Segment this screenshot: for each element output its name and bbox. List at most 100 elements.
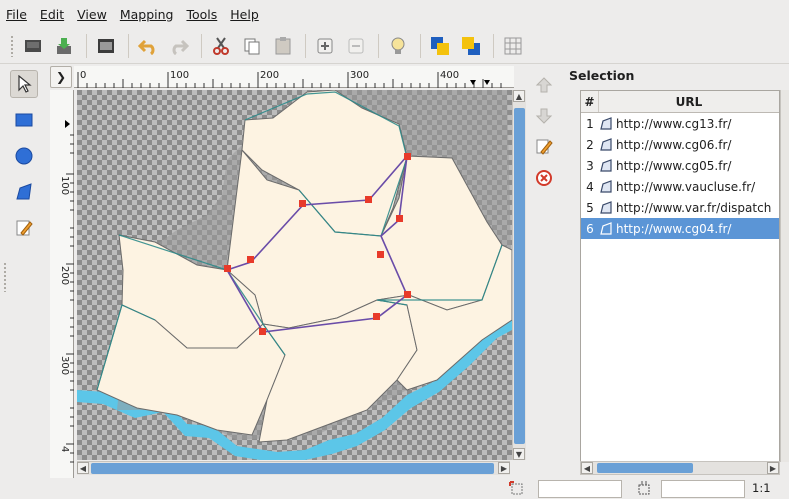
- map-horizontal-scrollbar[interactable]: ◀ ▶: [77, 461, 510, 475]
- paste-button[interactable]: [270, 33, 296, 59]
- map-drawing[interactable]: [77, 90, 512, 460]
- row-number: 6: [586, 221, 594, 236]
- copy-button[interactable]: [239, 33, 265, 59]
- horizontal-ruler-ticks: 0 100 200 300 400: [77, 70, 502, 88]
- send-to-back-icon: [462, 36, 480, 55]
- scroll-up-arrow[interactable]: ▲: [513, 90, 525, 102]
- selection-size-icon: [638, 481, 650, 495]
- selection-size-field: [661, 480, 745, 498]
- selection-table: # URL 1 http://www.cg13.fr/ 2 http://www…: [580, 90, 780, 462]
- menu-mapping[interactable]: Mapping: [120, 7, 174, 22]
- rectangle-icon: [15, 113, 33, 127]
- row-number: 2: [586, 137, 594, 152]
- remove-area-icon: [348, 38, 364, 53]
- lightbulb-icon: [391, 37, 405, 54]
- map-canvas[interactable]: [77, 90, 512, 460]
- menu-file[interactable]: File: [6, 7, 27, 22]
- menu-tools[interactable]: Tools: [186, 7, 217, 22]
- row-url: http://www.vaucluse.fr/: [616, 179, 756, 194]
- cursor-position-field: [538, 480, 622, 498]
- open-button[interactable]: [20, 33, 46, 59]
- save-button[interactable]: [51, 33, 77, 59]
- vertical-ruler-ticks: 100 200 300 4: [59, 120, 74, 463]
- area-order-tools: [533, 74, 561, 214]
- scissors-icon: [213, 36, 229, 55]
- toolbar-grip[interactable]: [10, 34, 14, 57]
- polygon-area-icon: [599, 221, 613, 236]
- chevron-right-icon: ❯: [55, 70, 67, 84]
- tips-button[interactable]: [385, 33, 411, 59]
- drawing-tools: [10, 70, 50, 490]
- row-url: http://www.cg05.fr/: [616, 158, 732, 173]
- row-number: 5: [586, 200, 594, 215]
- remove-area-button[interactable]: [343, 33, 369, 59]
- delete-area-button[interactable]: [533, 167, 555, 189]
- circle-tool-button[interactable]: [10, 142, 38, 170]
- row-number: 1: [586, 116, 594, 131]
- edit-tool-button[interactable]: [10, 214, 38, 242]
- undo-button[interactable]: [135, 33, 161, 59]
- table-row[interactable]: 5 http://www.var.fr/dispatch: [581, 197, 779, 218]
- tool-panel-grip[interactable]: [3, 262, 7, 292]
- scroll-right-arrow[interactable]: ▶: [498, 462, 510, 474]
- row-url: http://www.var.fr/dispatch: [616, 200, 772, 215]
- select-tool-button[interactable]: [10, 70, 38, 98]
- main-toolbar: [0, 28, 789, 64]
- grid-icon: [504, 37, 522, 54]
- scroll-right-arrow[interactable]: ▶: [767, 462, 779, 474]
- vertical-ruler: 100 200 300 4: [50, 90, 74, 478]
- table-horizontal-scrollbar[interactable]: ◀ ▶: [580, 461, 780, 475]
- ruler-label: 100: [170, 70, 189, 81]
- row-number: 3: [586, 158, 594, 173]
- save-icon: [57, 37, 71, 54]
- move-down-button[interactable]: [533, 105, 555, 127]
- scroll-left-arrow[interactable]: ◀: [77, 462, 89, 474]
- ruler-label: 100: [59, 176, 70, 195]
- redo-button[interactable]: [166, 33, 192, 59]
- image-icon: [98, 38, 114, 53]
- table-row[interactable]: 4 http://www.vaucluse.fr/: [581, 176, 779, 197]
- ruler-label: 300: [350, 70, 369, 81]
- expand-toggle-button[interactable]: ❯: [50, 66, 72, 88]
- polygon-area-icon: [599, 179, 613, 194]
- scroll-thumb[interactable]: [91, 463, 494, 474]
- bring-to-front-button[interactable]: [427, 33, 453, 59]
- polygon-area-icon: [599, 116, 613, 131]
- move-down-icon: [535, 108, 553, 124]
- table-row[interactable]: 1 http://www.cg13.fr/: [581, 113, 779, 134]
- toolbar-separator: [86, 33, 87, 58]
- move-up-button[interactable]: [533, 74, 555, 96]
- cut-button[interactable]: [208, 33, 234, 59]
- undo-icon: [137, 39, 155, 55]
- toolbar-separator: [420, 33, 421, 58]
- menu-help[interactable]: Help: [230, 7, 259, 22]
- toolbar-separator: [305, 33, 306, 58]
- menu-view[interactable]: View: [77, 7, 107, 22]
- cursor-position-icon: [509, 481, 523, 495]
- scroll-thumb[interactable]: [597, 463, 693, 473]
- column-header-number[interactable]: #: [581, 91, 599, 112]
- paste-icon: [275, 36, 291, 54]
- table-row-selected[interactable]: 6 http://www.cg04.fr/: [581, 218, 779, 239]
- send-to-back-button[interactable]: [458, 33, 484, 59]
- scroll-down-arrow[interactable]: ▼: [513, 448, 525, 460]
- horizontal-ruler: 0 100 200 300 400: [74, 66, 514, 88]
- table-row[interactable]: 2 http://www.cg06.fr/: [581, 134, 779, 155]
- edit-area-button[interactable]: [533, 136, 555, 158]
- table-row[interactable]: 3 http://www.cg05.fr/: [581, 155, 779, 176]
- table-vertical-scrollbar[interactable]: [780, 90, 789, 462]
- row-number: 4: [586, 179, 594, 194]
- scroll-left-arrow[interactable]: ◀: [581, 462, 593, 474]
- column-header-url[interactable]: URL: [599, 91, 779, 112]
- grid-button[interactable]: [500, 33, 526, 59]
- map-vertical-scrollbar[interactable]: ▲ ▼: [512, 90, 526, 460]
- selection-panel-title: Selection: [569, 68, 635, 83]
- image-properties-button[interactable]: [93, 33, 119, 59]
- rectangle-tool-button[interactable]: [10, 106, 38, 134]
- polygon-tool-button[interactable]: [10, 178, 38, 206]
- ruler-label: 4: [59, 446, 70, 452]
- status-bar: 1:1: [0, 478, 789, 499]
- add-area-button[interactable]: [312, 33, 338, 59]
- menu-edit[interactable]: Edit: [40, 7, 64, 22]
- scroll-thumb[interactable]: [514, 108, 525, 444]
